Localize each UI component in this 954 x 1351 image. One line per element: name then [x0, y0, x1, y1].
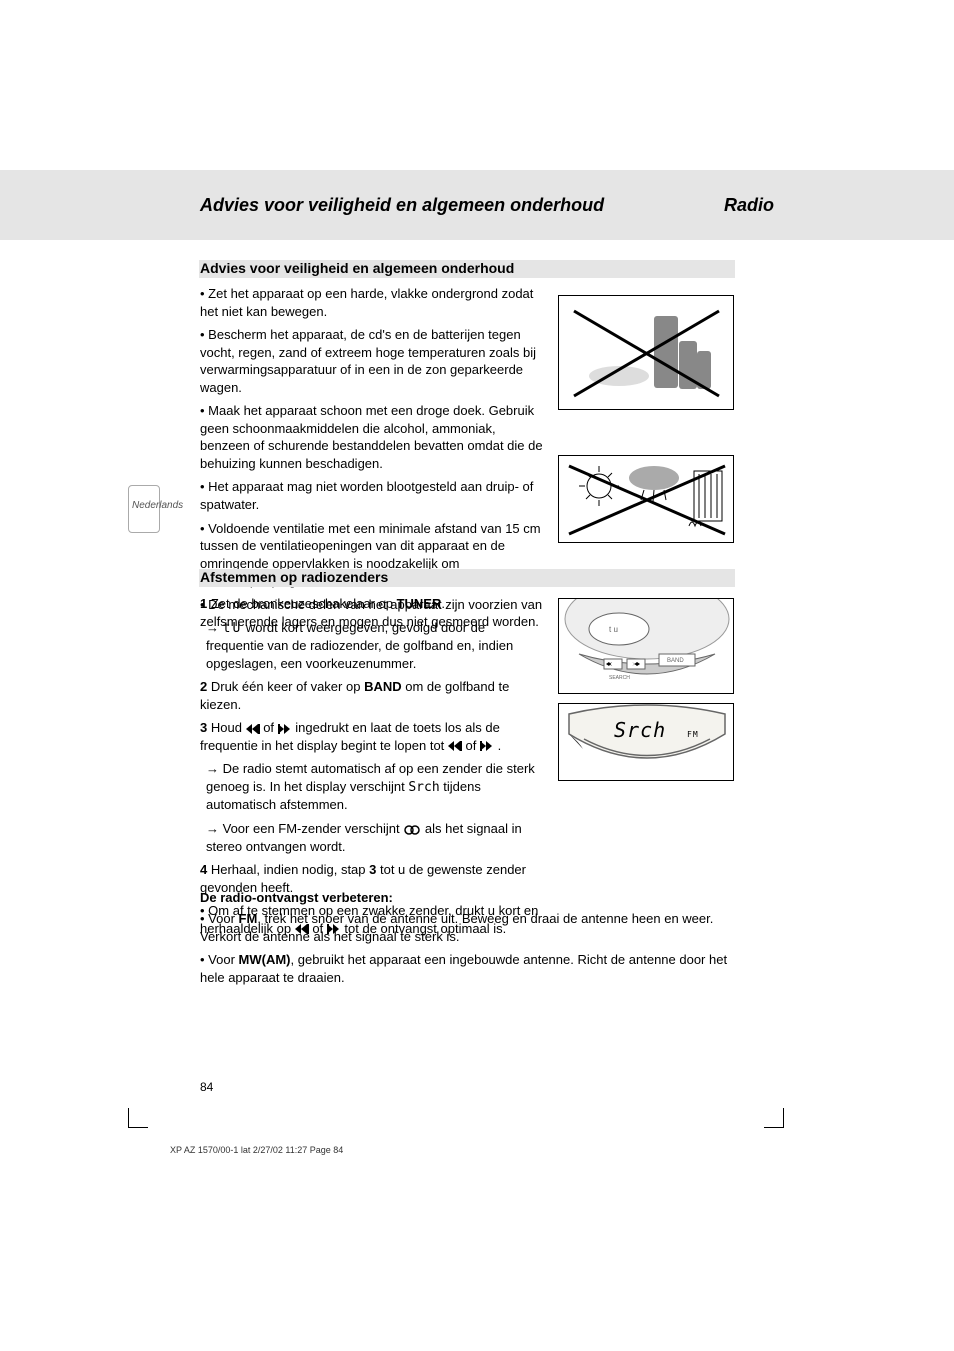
crop-mark	[764, 1108, 784, 1128]
header-section-left: Advies voor veiligheid en algemeen onder…	[200, 195, 604, 216]
radio-step3-res1: De radio stemt automatisch af op een zen…	[206, 761, 535, 794]
radio-step3-res2: Voor een FM-zender verschijnt	[223, 821, 404, 836]
illustration-device-buttons: t u SEARCH BAND	[558, 598, 734, 694]
radio-title: Afstemmen op radiozenders	[200, 569, 388, 585]
t: Voor	[208, 952, 238, 967]
radio-step1-result: wordt kort weergegeven, gevolgd door de …	[206, 620, 513, 671]
prev-icon	[448, 741, 462, 751]
header-section-right: Radio	[724, 195, 774, 216]
t: Voor	[208, 911, 238, 926]
maintenance-item: Maak het apparaat schoon met een droge d…	[200, 403, 543, 471]
t: .	[441, 596, 445, 611]
improve-title: De radio-ontvangst verbeteren:	[200, 890, 393, 905]
language-tab-label: Nederlands	[132, 500, 183, 511]
radio-step2: Druk één keer of vaker op	[211, 679, 364, 694]
page-number: 84	[200, 1080, 213, 1094]
srch-text: Srch	[408, 780, 439, 795]
radio-step1: Zet de bronkeuzeschakelaar op	[211, 596, 397, 611]
illustration-display-srch: Srch FM	[558, 703, 734, 781]
svg-text:SEARCH: SEARCH	[609, 675, 630, 681]
display-band-text: FM	[687, 730, 699, 739]
t: of	[263, 720, 277, 735]
t: of	[466, 738, 480, 753]
display-srch-text: Srch	[614, 718, 666, 742]
maintenance-item: Het apparaat mag niet worden blootgestel…	[200, 479, 533, 512]
maintenance-title: Advies voor veiligheid en algemeen onder…	[200, 260, 514, 276]
t: .	[498, 738, 502, 753]
svg-text:BAND: BAND	[667, 658, 684, 664]
next-icon	[278, 724, 292, 734]
crop-mark	[128, 1108, 148, 1128]
improve-fm: FM	[239, 911, 258, 926]
svg-text:t u: t u	[609, 625, 618, 634]
illustration-no-chemicals	[558, 295, 734, 410]
footer-filename: XP AZ 1570/00-1 lat 2/27/02 11:27 Page 8…	[170, 1145, 343, 1155]
maintenance-item: Zet het apparaat op een harde, vlakke on…	[200, 286, 533, 319]
stereo-icon	[403, 825, 421, 835]
radio-step1-key: TUNER	[397, 596, 442, 611]
radio-step4: Herhaal, indien nodig, stap	[211, 862, 369, 877]
next-icon	[480, 741, 494, 751]
improve-body: • Voor FM, trek het snoer van de antenne…	[200, 910, 735, 992]
illustration-no-heat-moisture	[558, 455, 734, 543]
radio-step2-key: BAND	[364, 679, 402, 694]
radio-step3a: Houd	[211, 720, 246, 735]
prev-icon	[246, 724, 260, 734]
t: , trek het snoer van de antenne uit. Bew…	[200, 911, 713, 944]
improve-mw: MW(AM)	[239, 952, 291, 967]
maintenance-item: Bescherm het apparaat, de cd's en de bat…	[200, 327, 536, 395]
